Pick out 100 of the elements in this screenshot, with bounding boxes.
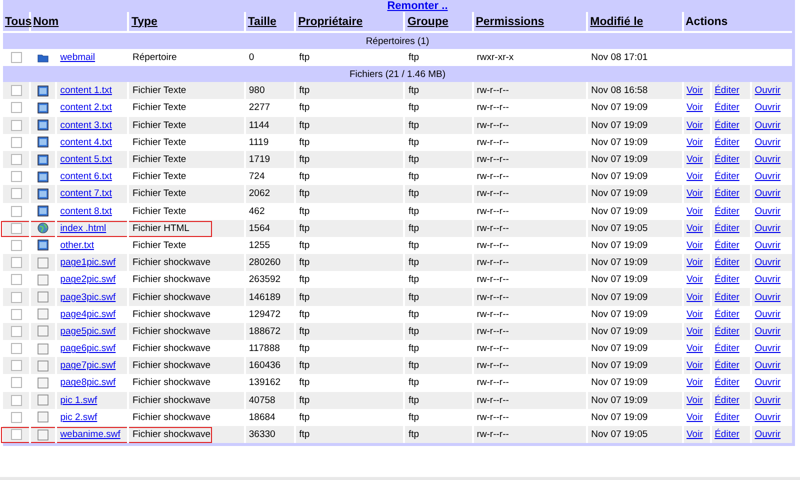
checkbox[interactable] bbox=[10, 136, 22, 148]
checkbox[interactable] bbox=[10, 120, 22, 131]
checkbox[interactable] bbox=[10, 171, 22, 182]
action-link[interactable]: Ouvrir bbox=[754, 154, 781, 166]
checkbox[interactable] bbox=[10, 240, 22, 251]
action-link[interactable]: Voir bbox=[686, 171, 703, 182]
file-link[interactable]: page4pic.swf bbox=[60, 308, 116, 320]
file-link[interactable]: content 6.txt bbox=[60, 171, 112, 182]
action-link[interactable]: Ouvrir bbox=[754, 222, 781, 234]
action-link[interactable]: Éditer bbox=[714, 206, 740, 217]
file-link[interactable]: content 2.txt bbox=[60, 102, 112, 114]
file-link[interactable]: content 1.txt bbox=[60, 85, 112, 96]
action-link[interactable]: Ouvrir bbox=[754, 292, 781, 303]
action-link[interactable]: Éditer bbox=[714, 377, 740, 388]
file-link[interactable]: page7pic.swf bbox=[60, 360, 116, 372]
checkbox[interactable] bbox=[10, 326, 22, 337]
file-link[interactable]: page1pic.swf bbox=[60, 257, 116, 268]
action-link[interactable]: Voir bbox=[686, 360, 703, 372]
action-link[interactable]: Éditer bbox=[714, 360, 740, 372]
action-link[interactable]: Ouvrir bbox=[754, 188, 781, 200]
action-link[interactable]: Ouvrir bbox=[754, 136, 781, 148]
action-link[interactable]: Éditer bbox=[714, 412, 740, 423]
file-link[interactable]: index .html bbox=[60, 222, 106, 234]
action-link[interactable]: Éditer bbox=[714, 274, 740, 286]
action-link[interactable]: Éditer bbox=[714, 240, 740, 251]
file-link[interactable]: other.txt bbox=[60, 240, 94, 251]
action-link[interactable]: Ouvrir bbox=[754, 377, 781, 388]
action-link[interactable]: Éditer bbox=[714, 257, 740, 268]
action-link[interactable]: Ouvrir bbox=[754, 171, 781, 182]
file-link[interactable]: webmail bbox=[60, 52, 96, 64]
action-link[interactable]: Voir bbox=[686, 292, 703, 303]
checkbox[interactable] bbox=[10, 274, 22, 286]
file-link[interactable]: webanime.swf bbox=[60, 429, 120, 440]
action-link[interactable]: Voir bbox=[686, 85, 703, 96]
action-link[interactable]: Éditer bbox=[714, 326, 740, 337]
checkbox[interactable] bbox=[10, 412, 22, 423]
checkbox[interactable] bbox=[10, 102, 22, 114]
action-link[interactable]: Éditer bbox=[714, 188, 740, 200]
action-link[interactable]: Ouvrir bbox=[754, 240, 781, 251]
action-link[interactable]: Éditer bbox=[714, 394, 740, 406]
column-header[interactable]: Tous bbox=[5, 16, 32, 28]
action-link[interactable]: Voir bbox=[686, 154, 703, 166]
action-link[interactable]: Ouvrir bbox=[754, 120, 781, 131]
checkbox[interactable] bbox=[10, 377, 22, 388]
checkbox[interactable] bbox=[10, 188, 22, 200]
checkbox[interactable] bbox=[10, 154, 22, 166]
action-link[interactable]: Voir bbox=[686, 412, 703, 423]
checkbox[interactable] bbox=[10, 222, 22, 234]
action-link[interactable]: Ouvrir bbox=[754, 85, 781, 96]
file-link[interactable]: content 8.txt bbox=[60, 206, 112, 217]
action-link[interactable]: Voir bbox=[686, 120, 703, 131]
action-link[interactable]: Voir bbox=[686, 188, 703, 200]
action-link[interactable]: Éditer bbox=[714, 102, 740, 114]
action-link[interactable]: Éditer bbox=[714, 343, 740, 354]
action-link[interactable]: Éditer bbox=[714, 222, 740, 234]
action-link[interactable]: Éditer bbox=[714, 429, 740, 440]
action-link[interactable]: Éditer bbox=[714, 120, 740, 131]
action-link[interactable]: Ouvrir bbox=[754, 394, 781, 406]
checkbox[interactable] bbox=[10, 429, 22, 440]
file-link[interactable]: content 4.txt bbox=[60, 136, 112, 148]
action-link[interactable]: Voir bbox=[686, 240, 703, 251]
action-link[interactable]: Éditer bbox=[714, 308, 740, 320]
action-link[interactable]: Éditer bbox=[714, 85, 740, 96]
action-link[interactable]: Ouvrir bbox=[754, 360, 781, 372]
checkbox[interactable] bbox=[10, 360, 22, 372]
checkbox[interactable] bbox=[10, 206, 22, 217]
action-link[interactable]: Ouvrir bbox=[754, 257, 781, 268]
action-link[interactable]: Voir bbox=[686, 394, 703, 406]
column-header[interactable]: Nom bbox=[33, 16, 59, 28]
action-link[interactable]: Voir bbox=[686, 222, 703, 234]
action-link[interactable]: Éditer bbox=[714, 292, 740, 303]
action-link[interactable]: Voir bbox=[686, 308, 703, 320]
action-link[interactable]: Ouvrir bbox=[754, 343, 781, 354]
file-link[interactable]: page5pic.swf bbox=[60, 326, 116, 337]
column-header[interactable]: Type bbox=[131, 16, 158, 28]
action-link[interactable]: Voir bbox=[686, 136, 703, 148]
action-link[interactable]: Voir bbox=[686, 429, 703, 440]
action-link[interactable]: Ouvrir bbox=[754, 274, 781, 286]
checkbox[interactable] bbox=[10, 308, 22, 320]
file-link[interactable]: content 3.txt bbox=[60, 120, 112, 131]
action-link[interactable]: Voir bbox=[686, 343, 703, 354]
checkbox[interactable] bbox=[10, 292, 22, 303]
action-link[interactable]: Ouvrir bbox=[754, 412, 781, 423]
file-link[interactable]: pic 1.swf bbox=[60, 394, 98, 406]
action-link[interactable]: Éditer bbox=[714, 136, 740, 148]
file-link[interactable]: content 7.txt bbox=[60, 188, 112, 200]
file-link[interactable]: pic 2.swf bbox=[60, 412, 98, 423]
action-link[interactable]: Ouvrir bbox=[754, 326, 781, 337]
file-link[interactable]: page6pic.swf bbox=[60, 343, 116, 354]
file-link[interactable]: page3pic.swf bbox=[60, 292, 116, 303]
up-link[interactable]: Remonter .. bbox=[387, 0, 448, 12]
action-link[interactable]: Voir bbox=[686, 257, 703, 268]
action-link[interactable]: Éditer bbox=[714, 171, 740, 182]
checkbox[interactable] bbox=[10, 394, 22, 406]
action-link[interactable]: Ouvrir bbox=[754, 102, 781, 114]
action-link[interactable]: Voir bbox=[686, 326, 703, 337]
action-link[interactable]: Voir bbox=[686, 102, 703, 114]
action-link[interactable]: Ouvrir bbox=[754, 429, 781, 440]
action-link[interactable]: Ouvrir bbox=[754, 206, 781, 217]
checkbox[interactable] bbox=[10, 85, 22, 96]
